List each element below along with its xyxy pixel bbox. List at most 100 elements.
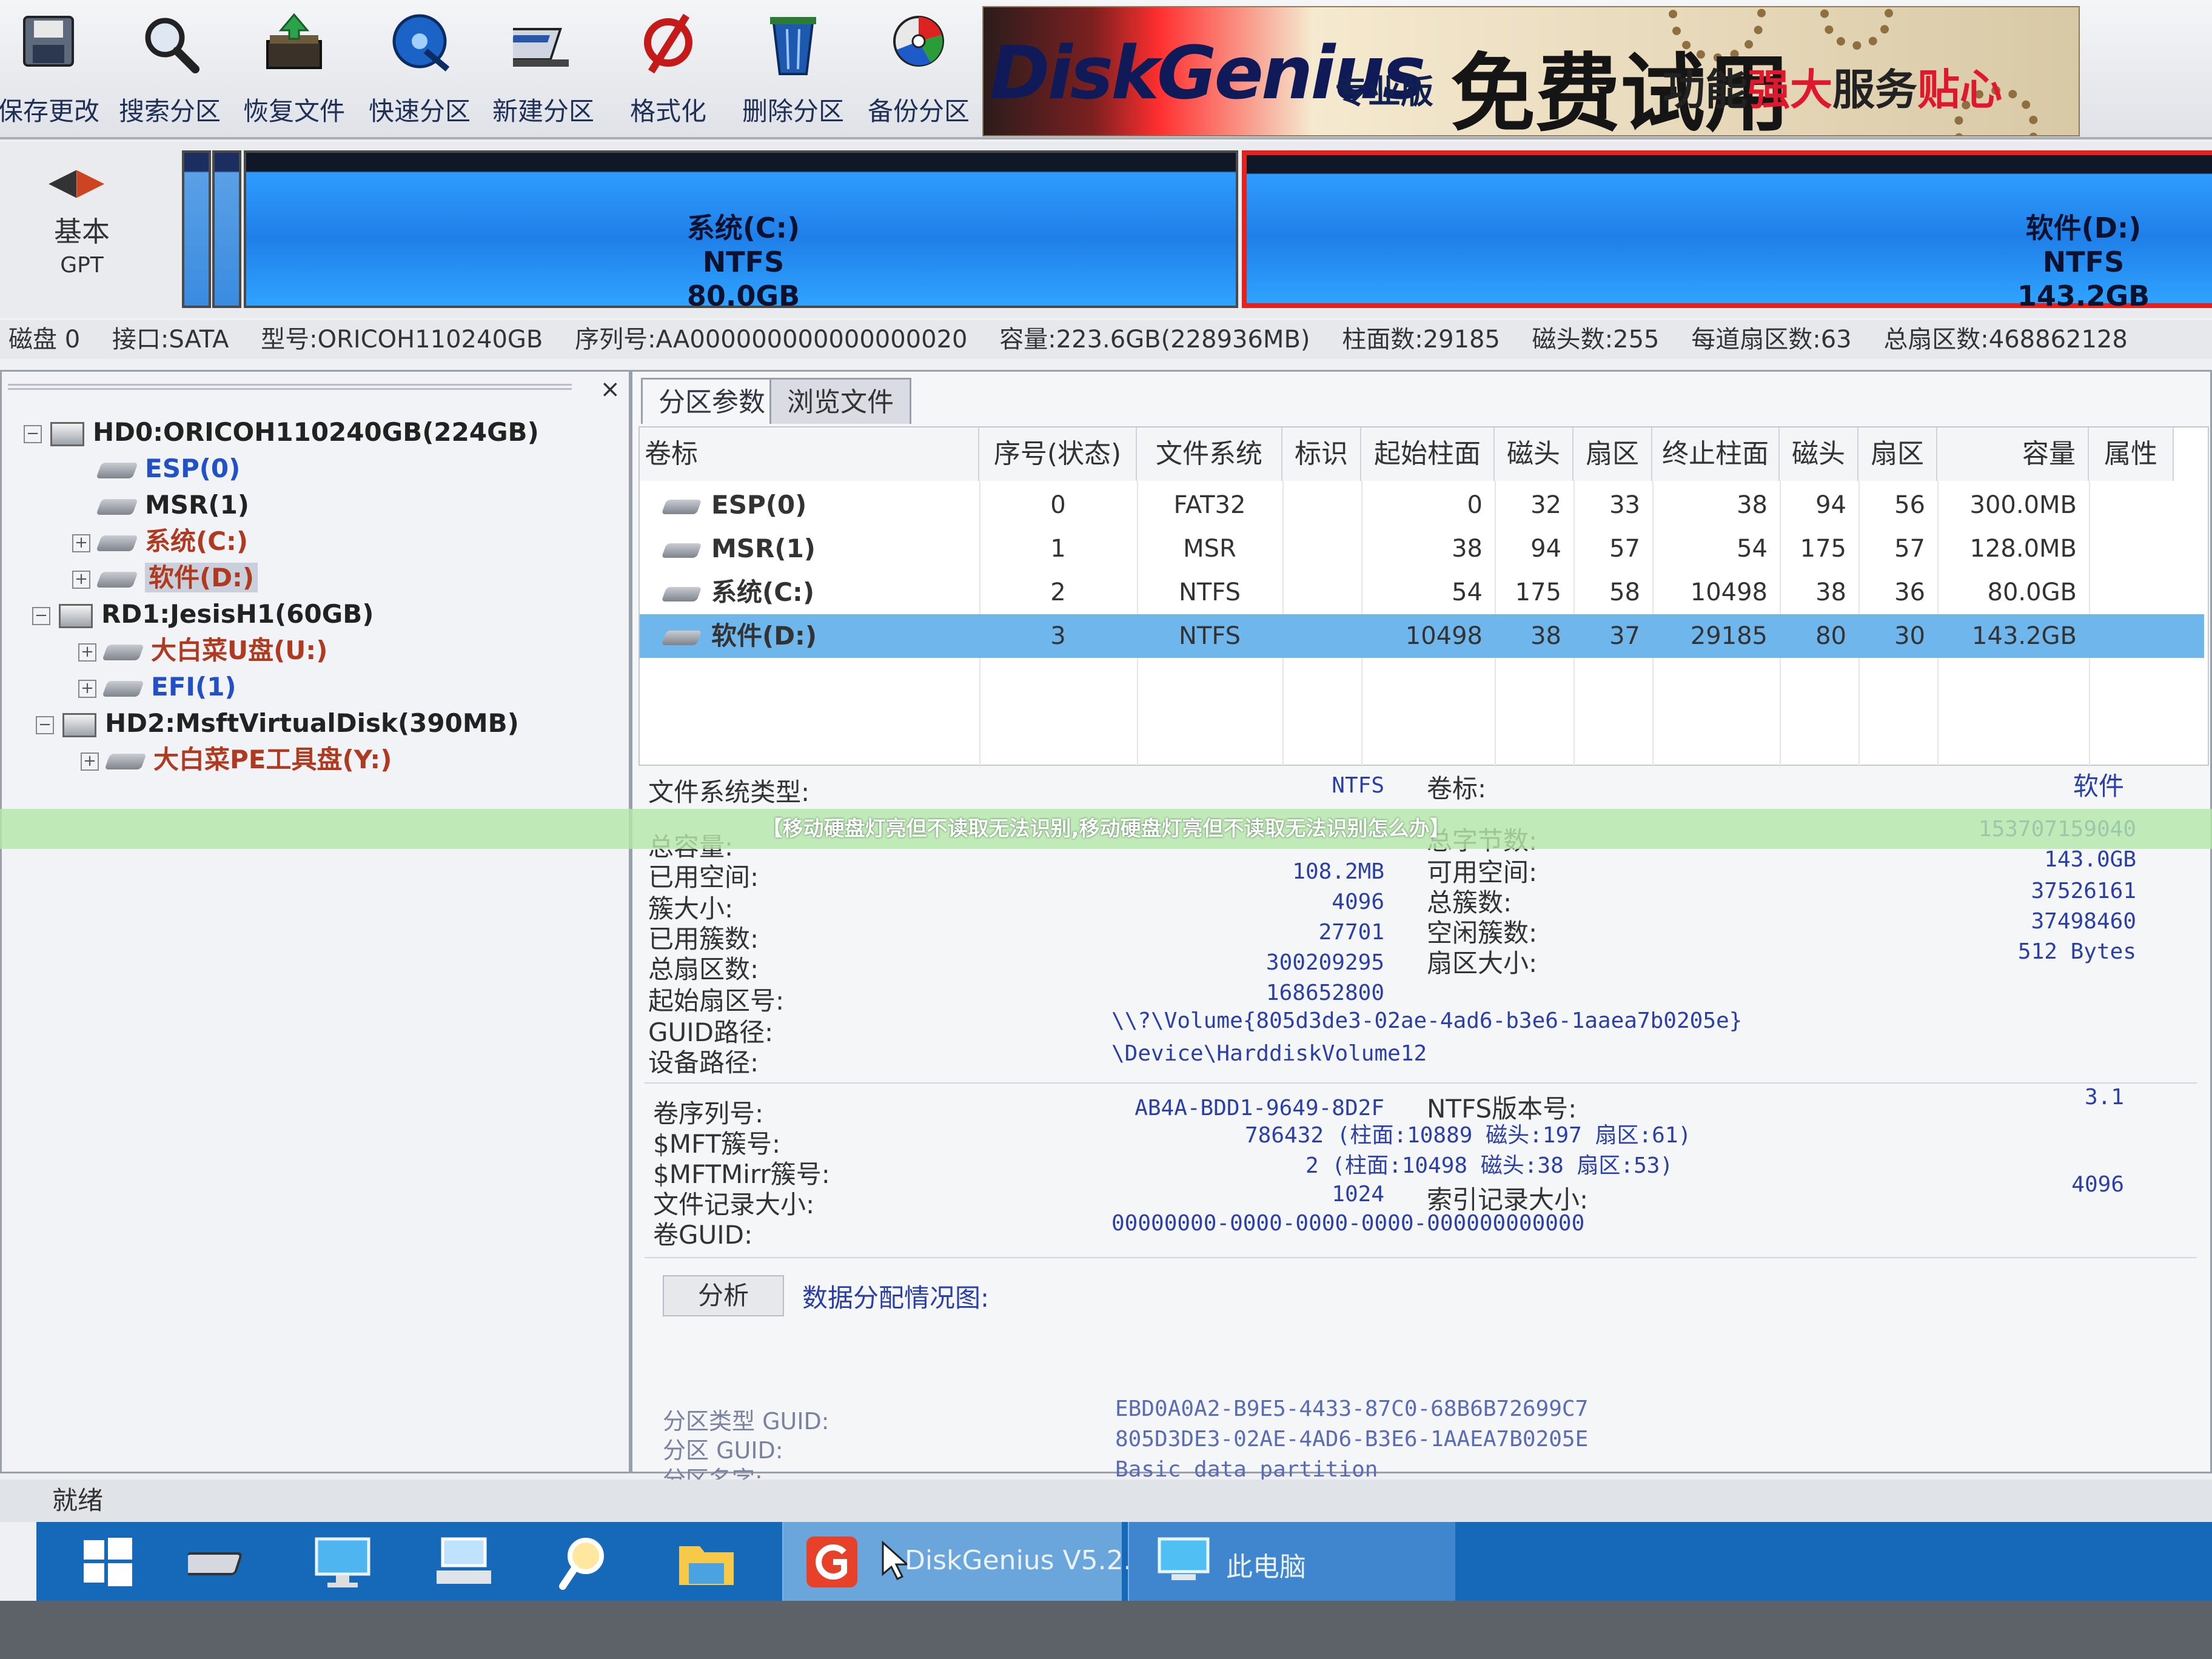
monitor-icon[interactable] xyxy=(309,1532,376,1592)
quick-partition-button[interactable]: 快速分区 xyxy=(359,6,480,133)
taskbar: DiskGenius V5.2... 此电脑 xyxy=(36,1522,2212,1601)
gear-icon xyxy=(1820,7,1893,50)
taskbar-item-this-pc[interactable]: 此电脑 xyxy=(1128,1522,1455,1601)
partition-icon xyxy=(96,571,138,588)
cell-volume-text: 系统(C:) xyxy=(711,577,815,607)
col-header-volume[interactable]: 卷标 xyxy=(640,427,979,481)
tree-node-rd1[interactable]: − RD1:JesisH1(60GB) xyxy=(32,596,374,632)
collapse-icon[interactable]: − xyxy=(32,606,50,625)
collapse-icon[interactable]: − xyxy=(24,424,42,443)
cell-volume: ESP(0) xyxy=(661,483,967,527)
partition-icon xyxy=(96,498,138,515)
col-header-start-cyl[interactable]: 起始柱面 xyxy=(1361,427,1495,481)
disk-nav-arrows[interactable]: ◀▶ xyxy=(49,160,104,203)
cell-volume: 软件(D:) xyxy=(661,614,967,658)
partition-block-esp[interactable] xyxy=(182,150,211,308)
col-header-end-sector[interactable]: 扇区 xyxy=(1858,427,1937,481)
tree-node-usb-u[interactable]: + 大白菜U盘(U:) xyxy=(78,632,327,669)
table-row[interactable]: MSR(1) 1 MSR 38 94 57 54 175 57 128.0MB xyxy=(640,527,2204,571)
status-bar: 就绪 xyxy=(0,1480,2212,1522)
col-header-flag[interactable]: 标识 xyxy=(1282,427,1361,481)
used-clusters-value: 27701 xyxy=(1318,920,1384,945)
device-path-value: \Device\HarddiskVolume12 xyxy=(1111,1041,1427,1066)
disk-tool-icon[interactable] xyxy=(188,1532,255,1592)
tree-node-esp[interactable]: ESP(0) xyxy=(96,451,240,487)
col-header-attr[interactable]: 属性 xyxy=(2089,427,2174,481)
taskbar-item-diskgenius[interactable]: DiskGenius V5.2... xyxy=(782,1522,1149,1601)
search-partition-button[interactable]: 搜索分区 xyxy=(109,6,230,133)
collapse-icon[interactable]: − xyxy=(36,716,54,734)
partition-block-msr[interactable] xyxy=(212,150,241,308)
col-header-start-head[interactable]: 磁头 xyxy=(1495,427,1574,481)
tree-node-d[interactable]: + 软件(D:) xyxy=(72,560,258,596)
tree-node-label: 大白菜PE工具盘(Y:) xyxy=(153,745,392,774)
tab-browse-files[interactable]: 浏览文件 xyxy=(769,378,911,424)
restore-files-button[interactable]: 恢复文件 xyxy=(233,6,355,133)
disk-total-sectors: 总扇区数:468862128 xyxy=(1883,326,2128,354)
table-row[interactable]: ESP(0) 0 FAT32 0 32 33 38 94 56 300.0MB xyxy=(640,483,2204,527)
cell-end-head: 38 xyxy=(1815,578,1846,606)
tree-node-hd0[interactable]: − HD0:ORICOH110240GB(224GB) xyxy=(24,414,539,451)
col-header-capacity[interactable]: 容量 xyxy=(1937,427,2089,481)
computer-keyboard-icon[interactable] xyxy=(431,1532,497,1592)
cell-end-cyl: 54 xyxy=(1737,535,1768,563)
delete-partition-button[interactable]: 删除分区 xyxy=(732,6,854,133)
new-partition-button[interactable]: 新建分区 xyxy=(483,6,604,133)
tree-node-pe-y[interactable]: + 大白菜PE工具盘(Y:) xyxy=(81,742,392,778)
tree-node-msr[interactable]: MSR(1) xyxy=(96,487,249,523)
restore-files-icon xyxy=(266,13,322,69)
banner-tag-d: 贴心 xyxy=(1917,65,2002,115)
cell-start-head: 94 xyxy=(1530,535,1561,563)
tab-partition-params[interactable]: 分区参数 xyxy=(641,378,783,424)
expand-icon[interactable]: + xyxy=(72,534,90,552)
monitor-bezel xyxy=(0,1601,2212,1659)
details-divider xyxy=(645,1082,2197,1084)
volume-serial-value: AB4A-BDD1-9649-8D2F xyxy=(1134,1096,1384,1121)
backup-partition-button[interactable]: 备份分区 xyxy=(858,6,979,133)
windows-start-icon[interactable] xyxy=(73,1532,139,1592)
mft-cluster-value: 786432 (柱面:10889 磁头:197 扇区:61) xyxy=(1245,1123,1692,1148)
tree-node-label: HD2:MsftVirtualDisk(390MB) xyxy=(105,708,519,738)
col-header-index[interactable]: 序号(状态) xyxy=(979,427,1137,481)
col-header-start-sector[interactable]: 扇区 xyxy=(1574,427,1652,481)
cell-end-cyl: 38 xyxy=(1737,491,1768,519)
tree-header-bar xyxy=(8,384,572,390)
col-header-end-cyl[interactable]: 终止柱面 xyxy=(1652,427,1780,481)
cell-fs: NTFS xyxy=(1178,622,1241,650)
disk-tree-panel: × − HD0:ORICOH110240GB(224GB) ESP(0) MSR(… xyxy=(0,370,631,1473)
banner-tag-a: 功能 xyxy=(1663,65,1748,115)
expand-icon[interactable]: + xyxy=(78,679,96,698)
cell-start-sector: 33 xyxy=(1609,491,1640,519)
prev-disk-icon[interactable]: ◀ xyxy=(49,160,76,203)
expand-icon[interactable]: + xyxy=(81,752,99,771)
partition-block-d[interactable]: 软件(D:) NTFS 143.2GB xyxy=(1242,150,2212,312)
table-row[interactable]: 系统(C:) 2 NTFS 54 175 58 10498 38 36 80.0… xyxy=(640,571,2204,614)
expand-icon[interactable]: + xyxy=(78,643,96,662)
cell-index: 3 xyxy=(1050,622,1066,650)
disk-info-line: 磁盘 0 接口:SATA 型号:ORICOH110240GB 序列号:AA000… xyxy=(0,320,2212,359)
next-disk-icon[interactable]: ▶ xyxy=(76,160,104,203)
tree-node-hd2[interactable]: − HD2:MsftVirtualDisk(390MB) xyxy=(36,705,519,742)
fs-type-label: 文件系统类型: xyxy=(648,777,810,807)
partition-block-c[interactable]: 系统(C:) NTFS 80.0GB xyxy=(244,150,1238,312)
expand-icon[interactable]: + xyxy=(72,570,90,589)
tree-node-label: 系统(C:) xyxy=(145,526,249,556)
tree-node-label: 软件(D:) xyxy=(145,563,258,592)
table-row-selected[interactable]: 软件(D:) 3 NTFS 10498 38 37 29185 80 30 14… xyxy=(640,614,2204,658)
close-icon[interactable]: × xyxy=(600,375,620,403)
disk-serial: 序列号:AA000000000000000020 xyxy=(575,326,968,354)
index-size-value: 4096 xyxy=(2071,1172,2124,1197)
tree-node-c[interactable]: + 系统(C:) xyxy=(72,523,248,560)
col-header-fs[interactable]: 文件系统 xyxy=(1137,427,1282,481)
search-icon[interactable] xyxy=(552,1532,618,1592)
partition-c-fs: NTFS xyxy=(702,246,785,278)
format-button[interactable]: 格式化 xyxy=(608,6,729,133)
cell-attr xyxy=(2089,571,2174,614)
diskgenius-banner[interactable]: DiskGenius 专业版 免费试用 功能强大服务贴心 xyxy=(982,6,2080,136)
cell-end-head: 80 xyxy=(1815,622,1846,650)
save-changes-button[interactable]: 保存更改 xyxy=(0,6,109,133)
analyze-button[interactable]: 分析 xyxy=(663,1275,784,1316)
tree-node-efi[interactable]: + EFI(1) xyxy=(78,669,236,705)
col-header-end-head[interactable]: 磁头 xyxy=(1780,427,1858,481)
folder-icon[interactable] xyxy=(673,1532,740,1592)
